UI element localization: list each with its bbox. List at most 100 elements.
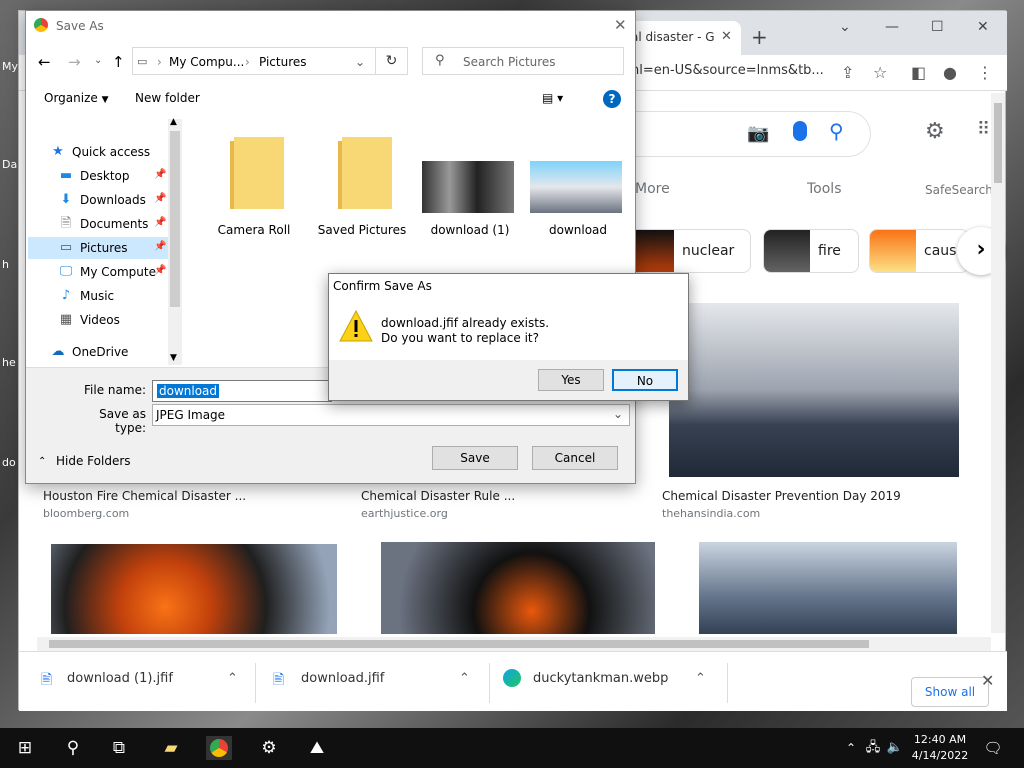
profile-avatar-icon[interactable]: ● xyxy=(943,63,957,82)
horizontal-scroll-thumb[interactable] xyxy=(49,640,869,648)
nav-tools[interactable]: Tools xyxy=(807,181,842,197)
chip-nuclear[interactable]: nuclear xyxy=(627,229,751,273)
result-image[interactable] xyxy=(381,542,655,634)
chip-cause[interactable]: caus xyxy=(869,229,969,273)
close-tab-icon[interactable]: ✕ xyxy=(721,29,732,44)
nav-onedrive[interactable]: ☁ OneDrive xyxy=(28,341,168,363)
close-download-bar-icon[interactable]: ✕ xyxy=(981,671,994,690)
microphone-icon[interactable] xyxy=(793,121,807,141)
help-icon[interactable]: ? xyxy=(603,90,621,108)
vertical-scroll-thumb[interactable] xyxy=(994,103,1002,183)
file-item-download-1[interactable]: download (1) xyxy=(420,127,520,237)
desktop-label[interactable]: do xyxy=(2,456,16,469)
chip-fire[interactable]: fire xyxy=(763,229,859,273)
nav-downloads[interactable]: ⬇ Downloads 📌 xyxy=(28,189,168,211)
gear-icon[interactable]: ⚙ xyxy=(925,119,945,144)
file-explorer-icon[interactable]: ▰ xyxy=(158,736,184,760)
nav-my-computer[interactable]: 🖵 My Compute 📌 xyxy=(28,261,168,283)
nav-pictures[interactable]: ▭ Pictures 📌 xyxy=(28,237,168,259)
no-button[interactable]: No xyxy=(612,369,678,391)
yes-button[interactable]: Yes xyxy=(538,369,604,391)
chevron-down-icon[interactable]: ⌄ xyxy=(355,55,365,69)
hide-folders-button[interactable]: Hide Folders xyxy=(56,454,131,468)
chevron-up-icon[interactable]: ⌃ xyxy=(227,671,238,686)
volume-icon[interactable]: 🔈 xyxy=(882,736,908,760)
nav-scroll-thumb[interactable] xyxy=(170,131,180,307)
search-icon[interactable]: ⚲ xyxy=(60,736,86,760)
pin-icon[interactable]: 📌 xyxy=(154,241,166,252)
desktop-label[interactable]: My xyxy=(2,60,18,73)
settings-gear-icon[interactable]: ⚙ xyxy=(256,736,282,760)
result-title[interactable]: Chemical Disaster Prevention Day 2019 xyxy=(662,489,901,503)
pin-icon[interactable]: 📌 xyxy=(154,217,166,228)
scroll-down-icon[interactable]: ▼ xyxy=(170,353,177,363)
result-image[interactable] xyxy=(51,544,337,634)
pin-icon[interactable]: 📌 xyxy=(154,193,166,204)
file-name-input[interactable]: download xyxy=(152,380,332,402)
new-tab-icon[interactable]: + xyxy=(751,25,768,49)
nav-more[interactable]: More xyxy=(635,181,670,197)
organize-label: Organize xyxy=(44,91,98,105)
address-bar[interactable]: hl=en-US&source=lnms&tb... xyxy=(631,63,824,78)
nav-label: Downloads xyxy=(80,193,146,207)
chevron-up-icon[interactable]: ⌃ xyxy=(459,671,470,686)
search-input[interactable]: ⚲ Search Pictures xyxy=(422,47,624,75)
nav-desktop[interactable]: ▬ Desktop 📌 xyxy=(28,165,168,187)
cancel-button[interactable]: Cancel xyxy=(532,446,618,470)
tab-search-icon[interactable]: ⌄ xyxy=(839,19,851,35)
file-item-camera-roll[interactable]: Camera Roll xyxy=(204,127,304,237)
back-arrow-icon[interactable]: ← xyxy=(38,53,51,71)
chrome-taskbar-icon[interactable] xyxy=(206,736,232,760)
desktop-label[interactable]: Da xyxy=(2,158,17,171)
chevron-up-icon[interactable]: ⌃ xyxy=(38,456,46,467)
notification-icon[interactable]: 🗨 xyxy=(980,736,1006,760)
minimize-icon[interactable]: — xyxy=(885,19,899,35)
pin-icon[interactable]: 📌 xyxy=(154,169,166,180)
maximize-icon[interactable]: ☐ xyxy=(931,19,944,35)
result-image[interactable] xyxy=(699,542,957,634)
file-name: Saved Pictures xyxy=(317,223,407,237)
system-clock[interactable]: 12:40 AM 4/14/2022 xyxy=(910,732,970,764)
show-all-button[interactable]: Show all xyxy=(911,677,989,707)
nav-quick-access[interactable]: ★ Quick access xyxy=(28,141,168,163)
close-icon[interactable]: ✕ xyxy=(614,16,627,34)
camera-icon[interactable]: 📷 xyxy=(747,123,769,144)
nav-videos[interactable]: ▦ Videos xyxy=(28,309,168,331)
nav-music[interactable]: ♪ Music xyxy=(28,285,168,307)
nav-safesearch[interactable]: SafeSearch xyxy=(925,183,993,197)
menu-kebab-icon[interactable]: ⋮ xyxy=(977,63,993,82)
desktop-label[interactable]: h xyxy=(2,258,9,271)
sidebar-icon[interactable]: ◧ xyxy=(911,63,926,82)
chevron-up-icon[interactable]: ⌃ xyxy=(695,671,706,686)
breadcrumb-item[interactable]: Pictures xyxy=(259,55,307,69)
nav-documents[interactable]: 🗎 Documents 📌 xyxy=(28,213,168,235)
bookmark-star-icon[interactable]: ☆ xyxy=(873,63,887,82)
scroll-up-icon[interactable]: ▲ xyxy=(170,117,177,127)
up-arrow-icon[interactable]: ↑ xyxy=(112,53,125,71)
new-folder-button[interactable]: New folder xyxy=(135,91,200,105)
recent-locations-icon[interactable]: ⌄ xyxy=(94,55,102,66)
file-item-saved-pictures[interactable]: Saved Pictures xyxy=(312,127,412,237)
close-window-icon[interactable]: ✕ xyxy=(977,19,989,35)
organize-menu[interactable]: Organize ▼ xyxy=(44,91,109,105)
refresh-icon[interactable]: ↻ xyxy=(376,47,408,75)
windows-start-icon[interactable]: ⊞ xyxy=(12,736,38,760)
search-icon[interactable]: ⚲ xyxy=(829,119,844,143)
view-options-icon[interactable]: ▤ ▾ xyxy=(542,91,563,105)
forward-arrow-icon[interactable]: → xyxy=(68,53,81,71)
result-title[interactable]: Chemical Disaster Rule ... xyxy=(361,489,515,503)
music-icon: ♪ xyxy=(61,288,71,303)
apps-grid-icon[interactable]: ⠿ xyxy=(977,119,990,140)
share-icon[interactable]: ⇪ xyxy=(841,63,854,82)
photos-icon[interactable]: ⛰ xyxy=(304,736,330,760)
result-image[interactable] xyxy=(669,303,959,477)
desktop-label[interactable]: he xyxy=(2,356,16,369)
breadcrumb-item[interactable]: My Compu... xyxy=(169,55,244,69)
address-breadcrumb[interactable]: ▭ › My Compu... › Pictures ⌄ xyxy=(132,47,376,75)
save-type-select[interactable]: JPEG Image ⌄ xyxy=(152,404,630,426)
pin-icon[interactable]: 📌 xyxy=(154,265,166,276)
result-title[interactable]: Houston Fire Chemical Disaster ... xyxy=(43,489,246,503)
file-item-download[interactable]: download xyxy=(528,127,628,237)
save-button[interactable]: Save xyxy=(432,446,518,470)
task-view-icon[interactable]: ⧉ xyxy=(106,736,132,760)
